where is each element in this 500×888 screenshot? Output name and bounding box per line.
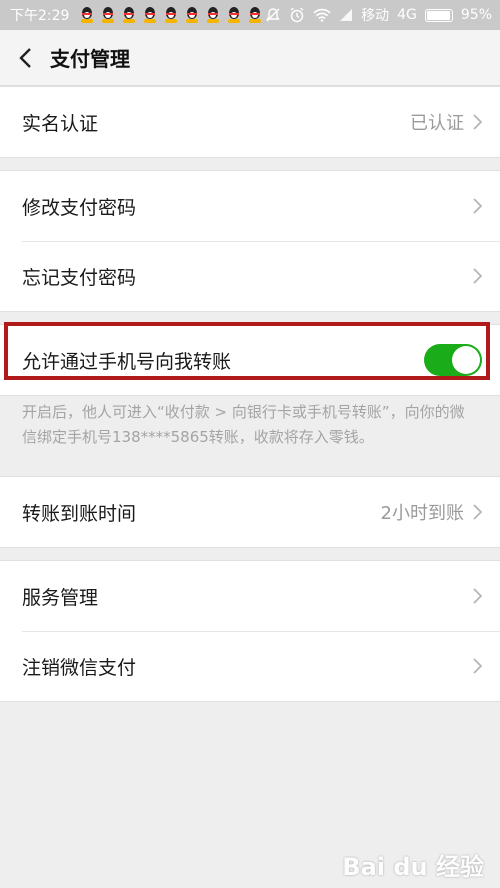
service-management-row[interactable]: 服务管理 (0, 561, 500, 631)
allow-phone-transfer-toggle[interactable] (424, 344, 482, 376)
battery-icon (424, 8, 453, 22)
status-time: 下午2:29 (10, 8, 70, 24)
group-realname: 实名认证 已认证 (0, 86, 500, 158)
qq-icon (247, 6, 263, 24)
arrival-time-value: 2小时到账 (380, 503, 464, 524)
realname-label: 实名认证 (22, 112, 99, 135)
realname-value: 已认证 (410, 113, 464, 134)
realname-row[interactable]: 实名认证 已认证 (0, 87, 500, 157)
toggle-knob (452, 346, 480, 374)
group-service: 服务管理 注销微信支付 (0, 560, 500, 702)
mute-bell-icon (266, 8, 281, 22)
change-password-label: 修改支付密码 (22, 196, 137, 219)
status-bar: 下午2:29 移动 4G 95% (0, 0, 500, 30)
nav-bar: 支付管理 (0, 30, 500, 86)
chevron-right-icon (473, 504, 482, 520)
allow-phone-transfer-label: 允许通过手机号向我转账 (22, 350, 232, 373)
service-management-label: 服务管理 (22, 586, 99, 609)
change-password-row[interactable]: 修改支付密码 (0, 171, 500, 241)
chevron-right-icon (473, 114, 482, 130)
qq-icon (79, 6, 95, 24)
qq-icon (205, 6, 221, 24)
page-title: 支付管理 (50, 47, 130, 71)
alarm-icon (290, 7, 304, 23)
qq-icon (163, 6, 179, 24)
qq-icon (184, 6, 200, 24)
baidu-watermark: Bai du 经验 (342, 853, 484, 881)
network-label: 4G (397, 7, 417, 23)
notification-icons (79, 6, 263, 24)
chevron-right-icon (473, 268, 482, 284)
arrival-time-label: 转账到账时间 (22, 502, 137, 525)
chevron-right-icon (473, 588, 482, 604)
qq-icon (142, 6, 158, 24)
cancel-wechat-pay-label: 注销微信支付 (22, 656, 137, 679)
qq-icon (100, 6, 116, 24)
group-phone-transfer: 允许通过手机号向我转账 (0, 324, 500, 396)
battery-percent: 95% (460, 7, 492, 23)
signal-icon (340, 9, 353, 21)
back-button[interactable] (0, 30, 50, 86)
qq-icon (121, 6, 137, 24)
arrival-time-row[interactable]: 转账到账时间 2小时到账 (0, 477, 500, 547)
allow-phone-transfer-description: 开启后，他人可进入“收付款 > 向银行卡或手机号转账”，向你的微信绑定手机号13… (0, 396, 500, 464)
group-password: 修改支付密码 忘记支付密码 (0, 170, 500, 312)
chevron-right-icon (473, 198, 482, 214)
qq-icon (226, 6, 242, 24)
wifi-icon (313, 8, 331, 22)
group-arrival: 转账到账时间 2小时到账 (0, 476, 500, 548)
forget-password-label: 忘记支付密码 (22, 266, 137, 289)
cancel-wechat-pay-row[interactable]: 注销微信支付 (0, 631, 500, 701)
forget-password-row[interactable]: 忘记支付密码 (0, 241, 500, 311)
carrier-label: 移动 (361, 8, 390, 24)
back-arrow-icon (19, 47, 31, 68)
allow-phone-transfer-row: 允许通过手机号向我转账 (0, 325, 500, 395)
chevron-right-icon (473, 658, 482, 674)
